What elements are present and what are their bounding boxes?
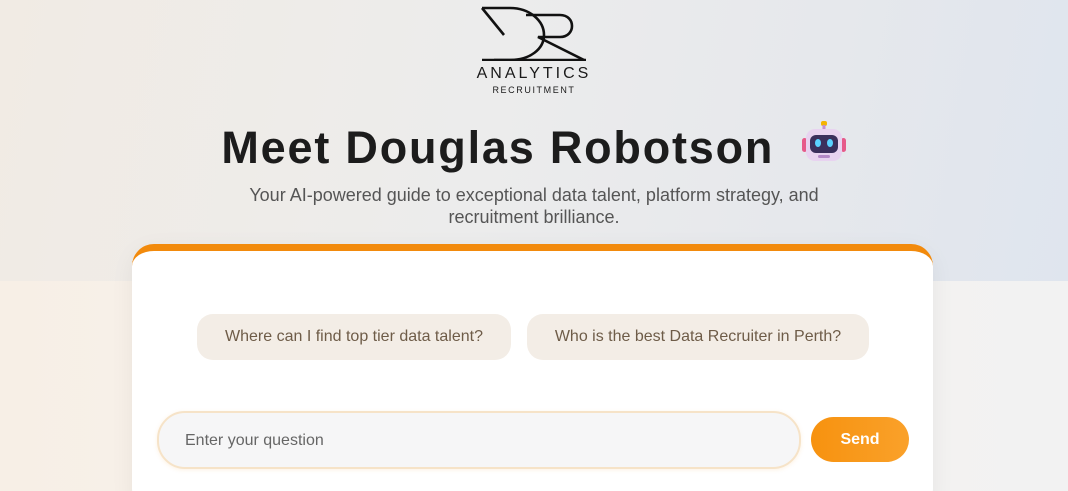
logo-subtitle: RECRUITMENT	[492, 85, 576, 95]
hero-subtitle: Your AI-powered guide to exceptional dat…	[249, 185, 819, 227]
hero-heading-row: Meet Douglas Robotson	[0, 120, 1068, 174]
dr-monogram-icon	[480, 6, 586, 61]
robot-icon	[801, 120, 847, 171]
logo-wordmark: ANALYTICS	[476, 65, 592, 82]
suggestion-chip-recruiter[interactable]: Who is the best Data Recruiter in Perth?	[527, 314, 869, 360]
send-button[interactable]: Send	[811, 417, 909, 462]
chat-card: Where can I find top tier data talent? W…	[132, 244, 933, 491]
suggestion-chip-talent[interactable]: Where can I find top tier data talent?	[197, 314, 511, 360]
question-input[interactable]	[183, 413, 777, 469]
brand-logo[interactable]: ANALYTICS RECRUITMENT	[464, 5, 604, 95]
page-title: Meet Douglas Robotson	[221, 122, 775, 173]
question-input-wrapper	[157, 411, 801, 469]
